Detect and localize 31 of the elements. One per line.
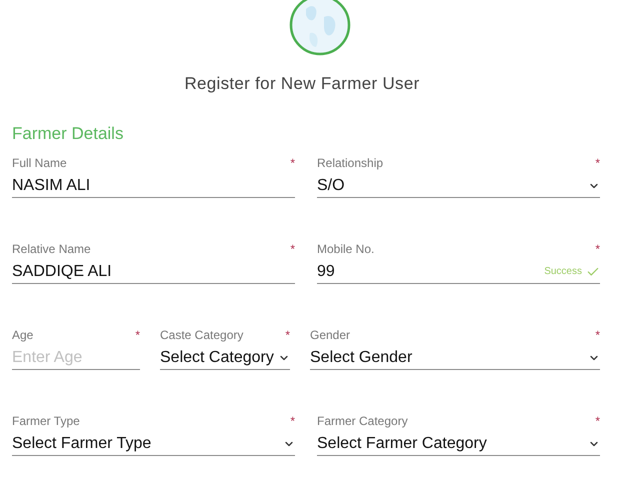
- select-field[interactable]: Select Farmer Type: [12, 432, 295, 456]
- required-mark: *: [595, 241, 600, 258]
- field-label: Age: [12, 327, 34, 344]
- field-label: Caste Category: [160, 327, 244, 344]
- required-mark: *: [595, 155, 600, 172]
- required-mark: *: [285, 327, 290, 344]
- text-field[interactable]: Enter Age: [12, 346, 140, 370]
- section-title: Farmer Details: [12, 122, 124, 144]
- field-label: Farmer Category: [317, 413, 408, 430]
- required-mark: *: [290, 241, 295, 258]
- page-title: Register for New Farmer User: [183, 73, 421, 95]
- required-mark: *: [135, 327, 140, 344]
- field-label: Gender: [310, 327, 350, 344]
- text-field[interactable]: NASIM ALI: [12, 174, 295, 198]
- status-text: Success: [544, 265, 582, 279]
- field-label: Mobile No.: [317, 241, 374, 258]
- field-label: Farmer Type: [12, 413, 80, 430]
- phone-field[interactable]: 99 Success: [317, 260, 600, 284]
- select-field[interactable]: Select Gender: [310, 346, 600, 370]
- field-label: Relative Name: [12, 241, 91, 258]
- required-mark: *: [290, 155, 295, 172]
- field-label: Relationship: [317, 155, 384, 172]
- required-mark: *: [290, 413, 295, 430]
- logo-icon: [288, 0, 352, 57]
- required-mark: *: [595, 413, 600, 430]
- required-mark: *: [595, 327, 600, 344]
- select-field[interactable]: Select Category: [160, 346, 290, 370]
- field-label: Full Name: [12, 155, 67, 172]
- select-field[interactable]: Select Farmer Category: [317, 432, 600, 456]
- select-field[interactable]: S/O: [317, 174, 600, 198]
- text-field[interactable]: SADDIQE ALI: [12, 260, 295, 284]
